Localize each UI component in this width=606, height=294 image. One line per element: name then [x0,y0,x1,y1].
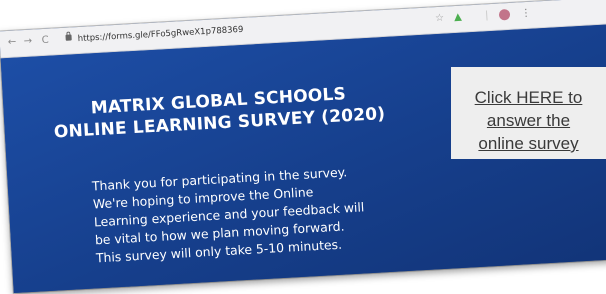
survey-link-button[interactable]: Click HERE to answer the online survey [451,67,606,159]
extension-icon[interactable]: ▲ [454,12,462,24]
star-icon[interactable]: ☆ [435,13,445,25]
menu-divider-icon: | [484,10,489,22]
survey-link-text[interactable]: answer the [451,109,606,132]
avatar[interactable] [498,8,511,21]
more-icon[interactable]: ⋮ [521,8,532,21]
survey-message: Thank you for participating in the surve… [91,159,426,267]
lock-icon [65,34,72,41]
back-icon[interactable]: ← [7,37,16,49]
address-bar[interactable]: https://forms.gle/FFo5gRweX1p788369 [77,24,243,45]
reload-icon[interactable]: C [41,35,49,47]
forward-icon[interactable]: → [23,36,32,48]
survey-link-text[interactable]: online survey [451,132,606,155]
survey-link-text[interactable]: Click HERE to [451,86,606,109]
